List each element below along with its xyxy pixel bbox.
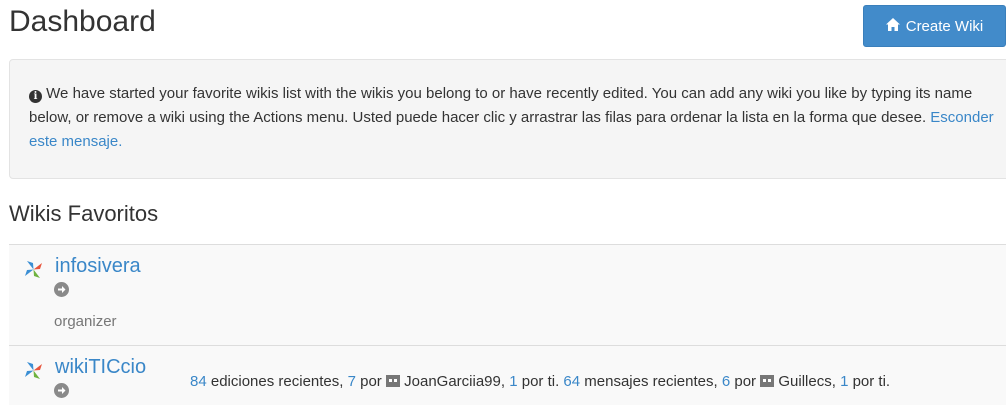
home-icon bbox=[885, 17, 900, 35]
info-icon: i bbox=[29, 90, 42, 103]
user-avatar-icon bbox=[760, 375, 775, 387]
page-title: Dashboard bbox=[9, 5, 156, 38]
wiki-row[interactable]: wikiTICcio 84 ediciones recientes, 7 por… bbox=[9, 345, 1006, 405]
pinwheel-icon bbox=[23, 259, 44, 280]
create-wiki-button[interactable]: Create Wiki bbox=[863, 5, 1006, 47]
create-wiki-label: Create Wiki bbox=[905, 17, 984, 35]
by-you-label: por ti. bbox=[517, 373, 564, 390]
arrow-circle-right-icon[interactable] bbox=[54, 282, 69, 297]
by-you-label: por ti. bbox=[848, 373, 891, 390]
recent-messages-label: mensajes recientes, bbox=[580, 373, 722, 390]
user-name: Guillecs bbox=[778, 373, 832, 390]
separator: , bbox=[500, 373, 510, 390]
favorites-notice: i We have started your favorite wikis li… bbox=[9, 59, 1006, 179]
separator: , bbox=[831, 373, 841, 390]
by-label: por bbox=[355, 373, 386, 390]
wiki-role: organizer bbox=[54, 313, 117, 330]
wiki-activity-stats: 84 ediciones recientes, 7 por JoanGarcii… bbox=[190, 373, 890, 390]
recent-edits-link[interactable]: 84 bbox=[190, 373, 207, 390]
by-label: por bbox=[730, 373, 761, 390]
messages-by-user-link[interactable]: 6 bbox=[722, 373, 730, 390]
user-name: JoanGarciia99 bbox=[404, 373, 501, 390]
edits-by-you-link[interactable]: 1 bbox=[509, 373, 517, 390]
pinwheel-icon bbox=[23, 360, 44, 381]
favorite-wikis-list: infosivera organizer wikiTICcio 84 edici… bbox=[9, 244, 1006, 405]
favorites-title: Wikis Favoritos bbox=[9, 201, 159, 226]
wiki-name-link[interactable]: wikiTICcio bbox=[55, 356, 146, 379]
wiki-row[interactable]: infosivera organizer bbox=[9, 244, 1006, 345]
notice-text: We have started your favorite wikis list… bbox=[29, 85, 973, 126]
user-avatar-icon bbox=[385, 375, 400, 387]
wiki-name-link[interactable]: infosivera bbox=[55, 255, 141, 278]
arrow-circle-right-icon[interactable] bbox=[54, 383, 69, 398]
recent-edits-label: ediciones recientes, bbox=[206, 373, 348, 390]
recent-messages-link[interactable]: 64 bbox=[563, 373, 580, 390]
edits-by-user-link[interactable]: 7 bbox=[348, 373, 356, 390]
